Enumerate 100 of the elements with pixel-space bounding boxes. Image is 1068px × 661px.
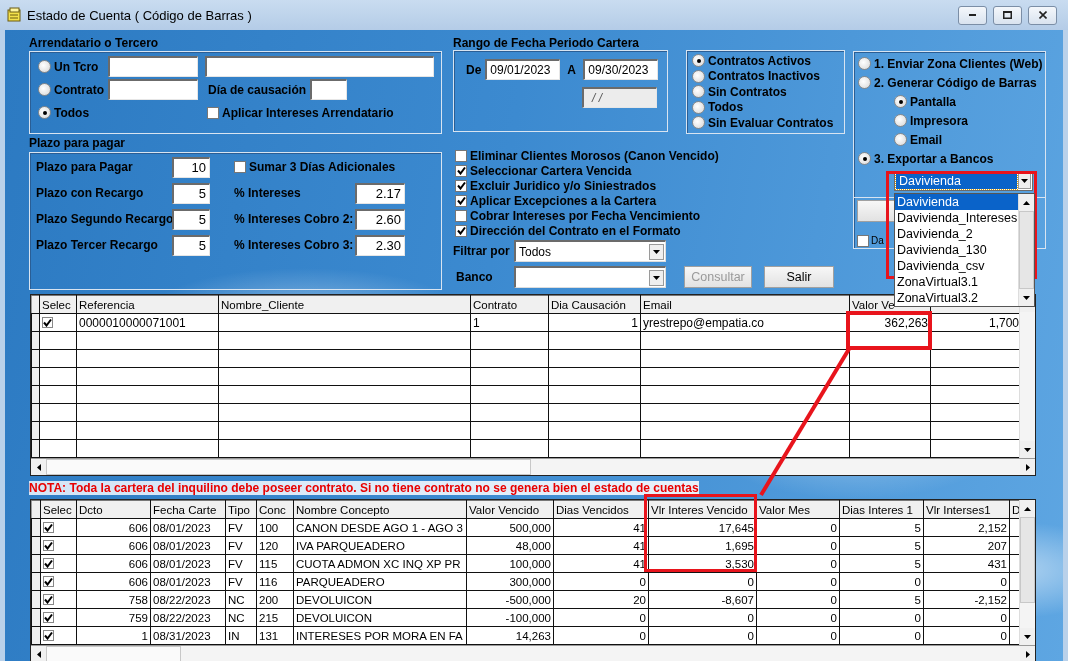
radio-label[interactable]: Todos xyxy=(708,100,744,115)
column-header[interactable]: Email xyxy=(640,295,850,314)
column-header[interactable]: Conc xyxy=(256,500,294,519)
checkbox[interactable] xyxy=(455,224,467,237)
radio-label[interactable]: Todos xyxy=(54,105,90,120)
checkbox[interactable] xyxy=(857,234,869,247)
dropdown[interactable]: Todos xyxy=(514,240,666,262)
column-header[interactable]: Referencia xyxy=(76,295,219,314)
checkbox[interactable] xyxy=(43,611,54,623)
text-field[interactable]: 09/30/2023 xyxy=(583,59,659,80)
text-field[interactable]: 10 xyxy=(172,156,210,178)
column-header[interactable]: Nombre_Cliente xyxy=(218,295,471,314)
scroll-left-button[interactable] xyxy=(31,646,46,661)
column-header[interactable]: Nombre Concepto xyxy=(293,500,467,519)
radio-button[interactable] xyxy=(692,116,705,130)
text-field[interactable]: 5 xyxy=(172,182,210,204)
column-header[interactable]: Selec xyxy=(40,500,77,519)
checkbox[interactable] xyxy=(455,149,467,162)
checkbox-label[interactable]: Aplicar Excepciones a la Cartera xyxy=(470,193,657,208)
checkbox[interactable] xyxy=(234,161,246,173)
column-header[interactable]: Valor Mes xyxy=(756,500,840,519)
checkbox-label[interactable]: Excluir Juridico y/o Siniestrados xyxy=(470,178,657,193)
salir-button[interactable]: Salir xyxy=(764,266,834,288)
scroll-down-button[interactable] xyxy=(1020,628,1035,645)
maximize-button[interactable] xyxy=(993,5,1022,25)
text-field[interactable] xyxy=(108,56,198,77)
column-header[interactable]: Dcto xyxy=(76,500,151,519)
checkbox[interactable] xyxy=(43,575,54,587)
checkbox-label[interactable]: Sumar 3 Días Adicionales xyxy=(249,160,396,174)
checkbox-label[interactable]: Aplicar Intereses Arrendatario xyxy=(222,105,394,120)
row-selector[interactable] xyxy=(31,439,40,458)
scroll-thumb[interactable] xyxy=(46,459,531,475)
checkbox[interactable] xyxy=(455,194,467,207)
text-field[interactable]: 2.60 xyxy=(355,208,405,230)
row-selector[interactable] xyxy=(31,500,41,519)
checkbox[interactable] xyxy=(43,629,54,641)
column-header[interactable]: Vlr Interses1 xyxy=(923,500,1010,519)
radio-label[interactable]: Un Tcro xyxy=(54,59,99,74)
checkbox[interactable] xyxy=(455,179,467,192)
checkbox-label[interactable]: Eliminar Clientes Morosos (Canon Vencido) xyxy=(470,148,719,163)
scroll-up-button[interactable] xyxy=(1019,194,1034,211)
radio-label[interactable]: Pantalla xyxy=(910,94,957,109)
checkbox[interactable] xyxy=(455,164,467,177)
list-item[interactable]: Davivienda xyxy=(895,194,1018,210)
column-header[interactable]: Valor Vencido xyxy=(466,500,554,519)
radio-label[interactable]: Contratos Activos xyxy=(708,53,811,68)
checkbox[interactable] xyxy=(43,539,54,551)
checkbox-label[interactable]: Seleccionar Cartera Vencida xyxy=(470,163,632,178)
row-selector[interactable] xyxy=(31,367,40,386)
row-selector[interactable] xyxy=(31,295,40,314)
text-field[interactable]: 2.30 xyxy=(355,234,405,256)
checkbox[interactable] xyxy=(455,209,467,222)
radio-button[interactable] xyxy=(38,83,51,96)
scroll-thumb[interactable] xyxy=(46,646,181,661)
checkbox[interactable] xyxy=(42,316,53,328)
row-selector[interactable] xyxy=(31,590,41,609)
radio-button[interactable] xyxy=(38,60,51,73)
checkbox-label[interactable]: Dirección del Contrato en el Formato xyxy=(470,223,681,238)
text-field[interactable]: 2.17 xyxy=(355,182,405,204)
text-field[interactable] xyxy=(310,79,347,100)
column-header[interactable]: Contrato xyxy=(470,295,549,314)
radio-button[interactable] xyxy=(894,114,907,127)
radio-label[interactable]: 3. Exportar a Bancos xyxy=(874,151,994,166)
scroll-left-button[interactable] xyxy=(31,459,46,475)
radio-label[interactable]: Contrato xyxy=(54,82,104,97)
dropdown-button[interactable] xyxy=(649,269,664,286)
horizontal-scrollbar[interactable] xyxy=(31,645,1035,661)
vertical-scrollbar[interactable] xyxy=(1019,500,1035,645)
radio-label[interactable]: Email xyxy=(910,132,942,147)
text-field[interactable] xyxy=(108,79,198,100)
radio-button[interactable] xyxy=(692,69,705,83)
row-selector[interactable] xyxy=(31,313,40,332)
horizontal-scrollbar[interactable] xyxy=(31,458,1035,475)
scroll-right-button[interactable] xyxy=(1020,459,1035,475)
checkbox[interactable] xyxy=(207,106,219,119)
scroll-up-button[interactable] xyxy=(1020,500,1035,517)
radio-button[interactable] xyxy=(692,54,705,68)
checkbox[interactable] xyxy=(43,521,54,533)
minimize-button[interactable] xyxy=(958,5,987,25)
row-selector[interactable] xyxy=(31,608,41,627)
column-header[interactable]: Dias Vencidos xyxy=(553,500,649,519)
row-selector[interactable] xyxy=(31,554,41,573)
text-field[interactable]: 09/01/2023 xyxy=(485,59,561,80)
close-button[interactable] xyxy=(1028,5,1057,25)
scroll-down-button[interactable] xyxy=(1019,289,1034,306)
row-selector[interactable] xyxy=(31,403,40,422)
text-field[interactable]: 5 xyxy=(172,208,210,230)
row-selector[interactable] xyxy=(31,626,41,645)
radio-button[interactable] xyxy=(858,152,871,165)
vertical-scrollbar[interactable] xyxy=(1018,194,1034,306)
radio-button[interactable] xyxy=(894,133,907,146)
checkbox[interactable] xyxy=(43,593,54,605)
checkbox[interactable] xyxy=(43,557,54,569)
list-item[interactable]: Davivienda_2 xyxy=(895,226,1018,242)
row-selector[interactable] xyxy=(31,421,40,440)
radio-button[interactable] xyxy=(858,57,871,70)
column-header[interactable]: Selec xyxy=(39,295,77,314)
radio-button[interactable] xyxy=(858,76,871,89)
column-header[interactable]: Tipo xyxy=(225,500,257,519)
list-item[interactable]: Davivienda_130 xyxy=(895,242,1018,258)
